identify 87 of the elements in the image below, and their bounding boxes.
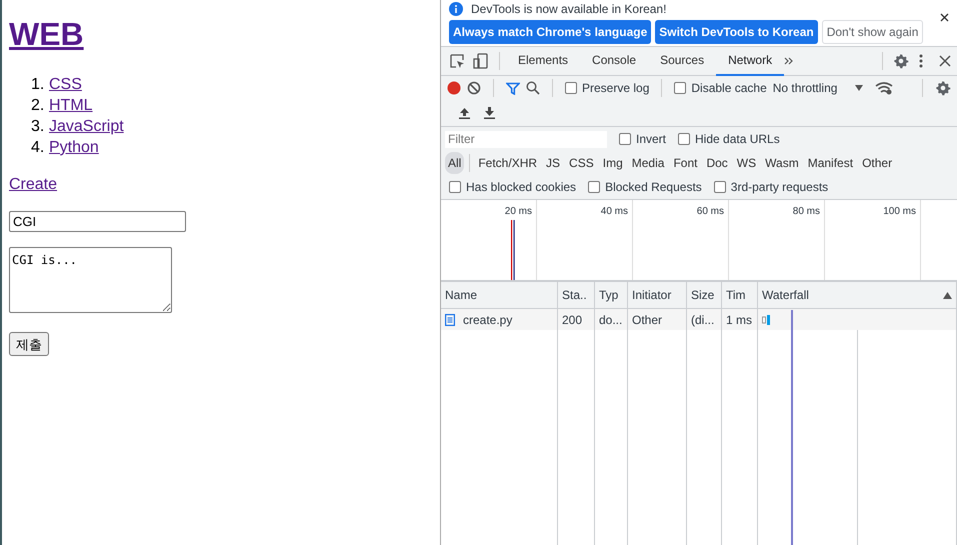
- timeline-marker: [511, 220, 515, 280]
- waterfall-bar: [762, 314, 770, 324]
- filter-label: Invert: [636, 131, 666, 148]
- request-checkbox[interactable]: [714, 181, 726, 193]
- type-filter[interactable]: Wasm: [762, 152, 802, 174]
- inspect-icon[interactable]: [449, 53, 465, 69]
- type-filter[interactable]: Img: [600, 152, 626, 174]
- type-filter[interactable]: JS: [543, 152, 564, 174]
- table-cell-text: 1 ms: [726, 312, 752, 328]
- request-checkbox[interactable]: [588, 181, 600, 193]
- filter-checkbox[interactable]: [619, 133, 631, 145]
- topic-link[interactable]: JavaScript: [49, 116, 124, 137]
- infobar-button[interactable]: Don't show again: [822, 20, 924, 44]
- filter-label: Hide data URLs: [695, 131, 780, 148]
- column-header[interactable]: Name: [445, 286, 478, 304]
- table-cell-text: create.py: [463, 312, 512, 328]
- dropdown-icon[interactable]: [855, 85, 864, 91]
- download-icon[interactable]: [484, 107, 495, 119]
- list-number: 1.: [31, 75, 44, 95]
- option-checkbox[interactable]: [565, 82, 577, 94]
- clear-icon[interactable]: [467, 81, 481, 95]
- infobar-button[interactable]: Always match Chrome's language: [449, 20, 652, 44]
- topic-link[interactable]: CSS: [49, 74, 82, 95]
- sort-icon[interactable]: [943, 292, 952, 298]
- submit-button[interactable]: 제출: [9, 332, 49, 356]
- table-cell-text: Other: [632, 312, 662, 328]
- topic-link[interactable]: HTML: [49, 95, 93, 116]
- infobar-button[interactable]: Switch DevTools to Korean: [655, 20, 818, 44]
- more-tabs-icon[interactable]: [784, 56, 794, 66]
- settings-icon[interactable]: [935, 80, 951, 96]
- devtools-tab[interactable]: Elements: [506, 46, 580, 76]
- filter-field[interactable]: Filter: [445, 130, 607, 148]
- table-cell-text: do...: [599, 312, 622, 328]
- tick-label: 80 ms: [792, 206, 820, 217]
- list-number: 2.: [31, 96, 44, 116]
- list-number: 3.: [31, 117, 44, 137]
- type-filter[interactable]: All: [445, 152, 464, 174]
- request-label: 3rd-party requests: [730, 179, 828, 196]
- type-filter[interactable]: Media: [628, 152, 668, 174]
- tick-label: 100 ms: [883, 206, 916, 217]
- settings-icon[interactable]: [893, 53, 909, 69]
- option-checkbox[interactable]: [674, 82, 686, 94]
- topic-link[interactable]: Python: [49, 137, 99, 158]
- network-conditions-icon[interactable]: [875, 81, 894, 95]
- type-filter[interactable]: Doc: [703, 152, 731, 174]
- table-cell-text: (di...: [691, 312, 714, 328]
- column-header[interactable]: Sta..: [562, 286, 587, 304]
- filter-checkbox[interactable]: [678, 133, 690, 145]
- type-filter[interactable]: Other: [859, 152, 896, 174]
- tick-label: 20 ms: [504, 206, 532, 217]
- page-title[interactable]: WEB: [9, 14, 84, 54]
- title-field[interactable]: CGI: [9, 211, 186, 232]
- type-filter[interactable]: CSS: [566, 152, 597, 174]
- record-icon[interactable]: [447, 81, 461, 95]
- column-header[interactable]: Size: [691, 286, 714, 304]
- type-filter[interactable]: Manifest: [804, 152, 856, 174]
- type-filter[interactable]: Font: [670, 152, 700, 174]
- description-field[interactable]: CGI is...: [9, 247, 172, 313]
- tick-label: 60 ms: [696, 206, 724, 217]
- type-filter[interactable]: WS: [734, 152, 760, 174]
- devtools-tab[interactable]: Console: [580, 46, 648, 76]
- option-label: Preserve log: [582, 80, 650, 97]
- column-header[interactable]: Typ: [599, 286, 618, 304]
- upload-icon[interactable]: [459, 107, 470, 119]
- tick-label: 40 ms: [600, 206, 628, 217]
- request-label: Blocked Requests: [605, 179, 702, 196]
- request-checkbox[interactable]: [449, 181, 461, 193]
- file-icon: [445, 314, 455, 326]
- type-filter[interactable]: Fetch/XHR: [475, 152, 540, 174]
- option-label: Disable cache: [691, 80, 767, 97]
- request-label: Has blocked cookies: [466, 179, 576, 196]
- more-options-icon[interactable]: [919, 54, 923, 68]
- table-cell-text: 200: [562, 312, 582, 328]
- column-header[interactable]: Waterfall: [762, 286, 809, 304]
- create-link[interactable]: Create: [9, 176, 58, 193]
- info-icon: [449, 2, 463, 16]
- close-icon[interactable]: [939, 55, 951, 67]
- devtools-tab[interactable]: Sources: [648, 46, 716, 76]
- throttling-select[interactable]: No throttling: [772, 79, 838, 97]
- column-header[interactable]: Tim: [726, 286, 746, 304]
- info-message: DevTools is now available in Korean!: [471, 1, 666, 18]
- close-icon[interactable]: [940, 13, 949, 22]
- device-icon[interactable]: [473, 53, 489, 69]
- list-number: 4.: [31, 138, 44, 158]
- filter-icon[interactable]: [506, 82, 520, 94]
- search-icon[interactable]: [526, 81, 540, 95]
- column-header[interactable]: Initiator: [632, 286, 672, 304]
